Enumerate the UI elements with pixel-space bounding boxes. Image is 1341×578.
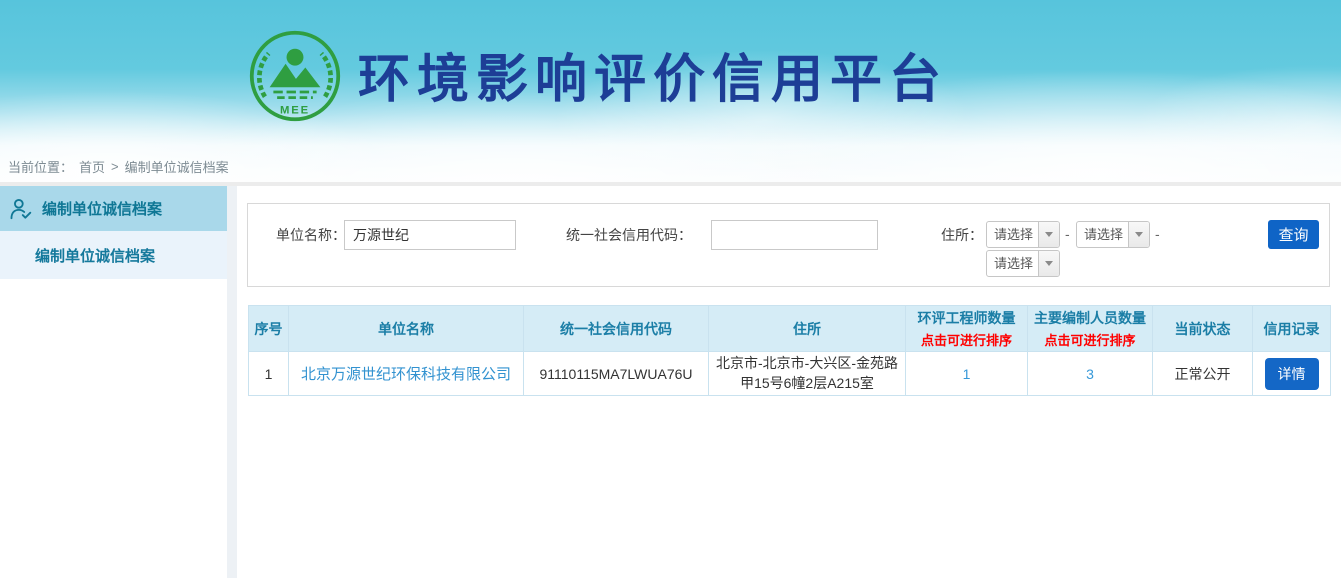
col-header-address: 住所 bbox=[709, 306, 906, 352]
search-panel: 单位名称： 统一社会信用代码： 住所： 请选择 - 请选择 - 请选择 bbox=[247, 203, 1330, 287]
table-row: 1 北京万源世纪环保科技有限公司 91110115MA7LWUA76U 北京市-… bbox=[249, 352, 1331, 396]
page-title: 环境影响评价信用平台 bbox=[358, 37, 948, 112]
sidebar-subitem-unit-credit-archive[interactable]: 编制单位诚信档案 bbox=[0, 231, 227, 279]
chevron-down-icon[interactable] bbox=[1038, 222, 1059, 247]
col-header-status: 当前状态 bbox=[1153, 306, 1253, 352]
breadcrumb-separator: > bbox=[111, 159, 119, 174]
breadcrumb: 当前位置： 首页 > 编制单位诚信档案 bbox=[0, 150, 1341, 182]
breadcrumb-home-link[interactable]: 首页 bbox=[79, 157, 105, 176]
cell-status: 正常公开 bbox=[1153, 352, 1253, 396]
site-header: MEE 环境影响评价信用平台 bbox=[248, 0, 948, 148]
table-header-row: 序号 单位名称 统一社会信用代码 住所 环评工程师数量 点击可进行排序 主要编制… bbox=[249, 306, 1331, 352]
address-city-select[interactable]: 请选择 bbox=[1076, 221, 1150, 248]
col-header-engineer-count-sort[interactable]: 环评工程师数量 点击可进行排序 bbox=[906, 306, 1028, 352]
breadcrumb-prefix: 当前位置： bbox=[8, 157, 73, 176]
credit-code-input[interactable] bbox=[711, 220, 878, 250]
dash-separator: - bbox=[1065, 219, 1070, 249]
col-header-credit-code: 统一社会信用代码 bbox=[524, 306, 709, 352]
sidebar-gutter bbox=[227, 186, 237, 578]
sort-hint: 点击可进行排序 bbox=[906, 330, 1027, 349]
sidebar-item-unit-credit-archive[interactable]: 编制单位诚信档案 bbox=[0, 186, 227, 231]
col-header-credit-record: 信用记录 bbox=[1253, 306, 1331, 352]
sidebar: 编制单位诚信档案 编制单位诚信档案 bbox=[0, 186, 227, 578]
page: MEE 环境影响评价信用平台 当前位置： 首页 > 编制单位诚信档案 编制单位诚… bbox=[0, 0, 1341, 578]
detail-button[interactable]: 详情 bbox=[1265, 358, 1319, 390]
content-area: 编制单位诚信档案 编制单位诚信档案 单位名称： 统一社会信用代码： 住所： 请选… bbox=[0, 186, 1341, 578]
unit-name-input[interactable] bbox=[344, 220, 516, 250]
credit-code-label: 统一社会信用代码： bbox=[566, 220, 706, 250]
svg-text:MEE: MEE bbox=[280, 105, 310, 117]
chevron-down-icon[interactable] bbox=[1128, 222, 1149, 247]
user-check-icon bbox=[8, 196, 34, 222]
address-line2: 甲15号6幢2层A215室 bbox=[709, 374, 905, 394]
top-banner: MEE 环境影响评价信用平台 当前位置： 首页 > 编制单位诚信档案 bbox=[0, 0, 1341, 182]
address-line1: 北京市-北京市-大兴区-金苑路 bbox=[709, 354, 905, 374]
chevron-down-icon[interactable] bbox=[1038, 251, 1059, 276]
dash-separator: - bbox=[1155, 219, 1160, 249]
engineer-count-link[interactable]: 1 bbox=[963, 366, 971, 382]
main-panel: 单位名称： 统一社会信用代码： 住所： 请选择 - 请选择 - 请选择 bbox=[237, 186, 1341, 578]
col-header-label: 环评工程师数量 bbox=[906, 308, 1027, 328]
cell-index: 1 bbox=[249, 352, 289, 396]
breadcrumb-current: 编制单位诚信档案 bbox=[125, 157, 229, 176]
cell-credit-code: 91110115MA7LWUA76U bbox=[524, 352, 709, 396]
col-header-staff-count-sort[interactable]: 主要编制人员数量 点击可进行排序 bbox=[1028, 306, 1153, 352]
select-value: 请选择 bbox=[1077, 222, 1128, 247]
sidebar-item-label: 编制单位诚信档案 bbox=[42, 198, 162, 219]
sidebar-subitem-label: 编制单位诚信档案 bbox=[35, 245, 155, 266]
address-label: 住所： bbox=[941, 220, 987, 250]
company-link[interactable]: 北京万源世纪环保科技有限公司 bbox=[301, 366, 511, 383]
select-value: 请选择 bbox=[987, 222, 1038, 247]
query-button[interactable]: 查询 bbox=[1268, 220, 1319, 249]
col-header-index: 序号 bbox=[249, 306, 289, 352]
address-district-select[interactable]: 请选择 bbox=[986, 250, 1060, 277]
staff-count-link[interactable]: 3 bbox=[1086, 366, 1094, 382]
select-value: 请选择 bbox=[987, 251, 1038, 276]
sort-hint: 点击可进行排序 bbox=[1028, 330, 1152, 349]
col-header-label: 主要编制人员数量 bbox=[1028, 308, 1152, 328]
cell-address: 北京市-北京市-大兴区-金苑路 甲15号6幢2层A215室 bbox=[709, 352, 906, 396]
col-header-company: 单位名称 bbox=[289, 306, 524, 352]
mee-logo-icon: MEE bbox=[248, 29, 342, 123]
address-province-select[interactable]: 请选择 bbox=[986, 221, 1060, 248]
result-table: 序号 单位名称 统一社会信用代码 住所 环评工程师数量 点击可进行排序 主要编制… bbox=[248, 305, 1331, 396]
